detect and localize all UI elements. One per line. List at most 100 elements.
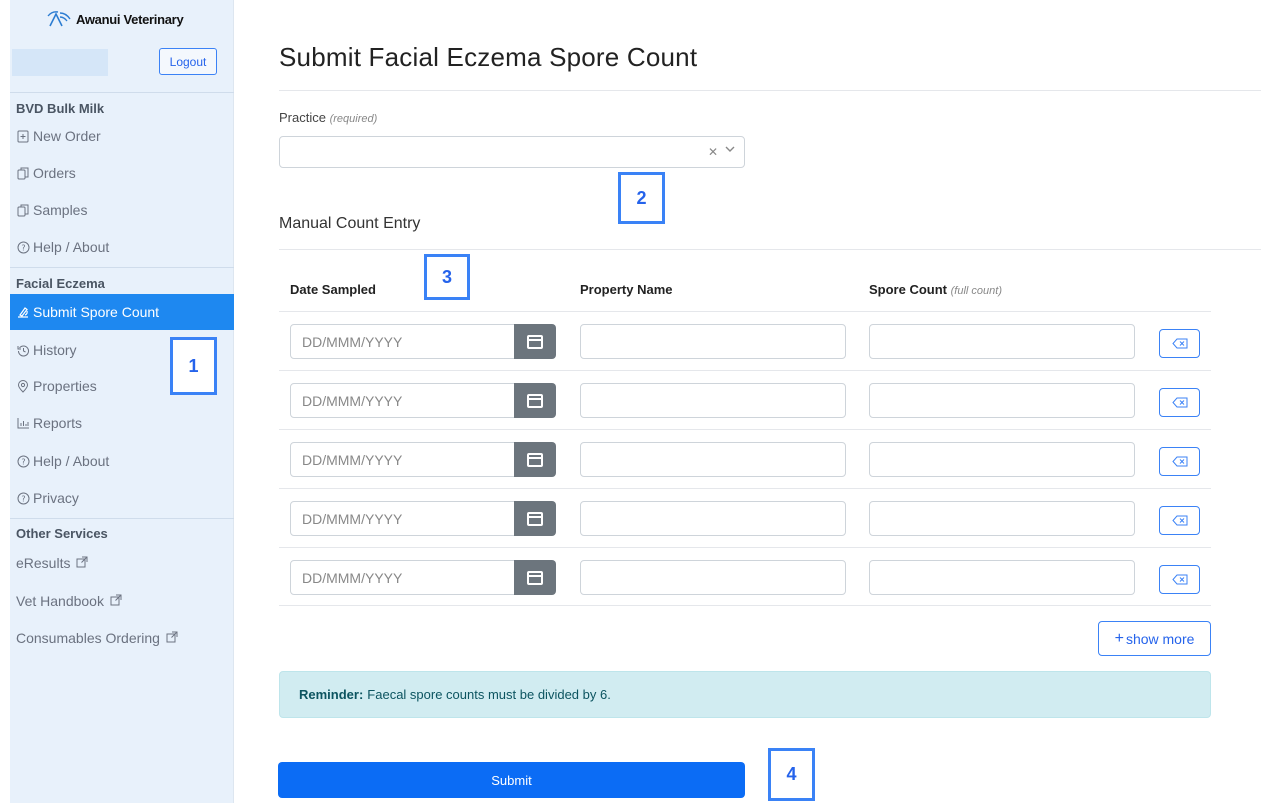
map-pin-icon [16, 379, 30, 393]
calendar-button[interactable] [514, 324, 556, 359]
calendar-button[interactable] [514, 501, 556, 536]
calendar-icon [527, 452, 543, 467]
clear-row-button[interactable] [1159, 329, 1200, 358]
svg-text:?: ? [21, 457, 25, 466]
date-sampled-input[interactable] [290, 383, 516, 418]
sidebar-item-submit-spore-count[interactable]: Submit Spore Count [10, 294, 234, 330]
property-name-input[interactable] [580, 560, 846, 595]
table-row [279, 488, 1211, 547]
header-spore-count: Spore Count (full count) [869, 282, 1002, 297]
calendar-button[interactable] [514, 383, 556, 418]
file-plus-icon [16, 129, 30, 143]
backspace-icon [1171, 515, 1187, 526]
backspace-icon [1171, 574, 1187, 585]
spore-count-input[interactable] [869, 324, 1135, 359]
sidebar-item-label: Consumables Ordering [16, 630, 160, 646]
microscope-icon [16, 305, 30, 319]
table-row [279, 311, 1211, 370]
property-name-input[interactable] [580, 501, 846, 536]
table-row [279, 547, 1211, 606]
backspace-icon [1171, 397, 1187, 408]
annotation-4: 4 [768, 748, 815, 801]
clear-row-button[interactable] [1159, 565, 1200, 594]
property-name-input[interactable] [580, 324, 846, 359]
section-head-bvd: BVD Bulk Milk [16, 101, 105, 116]
calendar-icon [527, 570, 543, 585]
clear-x-icon[interactable]: ✕ [708, 145, 718, 159]
property-name-input[interactable] [580, 383, 846, 418]
sidebar-item-label: Help / About [33, 239, 110, 255]
sidebar-item-samples[interactable]: Samples [10, 192, 234, 228]
calendar-icon [527, 334, 543, 349]
practice-label-text: Practice [279, 110, 326, 125]
question-circle-icon: ? [16, 491, 30, 505]
reminder-alert: Reminder: Faecal spore counts must be di… [279, 671, 1211, 718]
sidebar-item-new-order[interactable]: New Order [10, 118, 234, 154]
submit-button[interactable]: Submit [278, 762, 745, 798]
antenna-wave-icon [47, 11, 71, 27]
user-name-box [12, 49, 108, 76]
sidebar-item-help-bvd[interactable]: ? Help / About [10, 229, 234, 265]
clear-row-button[interactable] [1159, 388, 1200, 417]
sidebar-item-reports[interactable]: Reports [10, 405, 234, 441]
section-head-facial-eczema: Facial Eczema [16, 276, 105, 291]
svg-text:?: ? [21, 243, 25, 252]
question-circle-icon: ? [16, 240, 30, 254]
sidebar-item-label: eResults [16, 555, 71, 571]
sidebar-item-label: Properties [33, 378, 97, 394]
page-title: Submit Facial Eczema Spore Count [279, 42, 698, 72]
spore-count-input[interactable] [869, 442, 1135, 477]
date-sampled-input[interactable] [290, 501, 516, 536]
property-name-input[interactable] [580, 442, 846, 477]
sidebar-item-eresults[interactable]: eResults [10, 545, 234, 581]
external-link-icon [76, 556, 88, 571]
sidebar-item-label: New Order [33, 128, 101, 144]
brand-name: Awanui Veterinary [76, 11, 184, 27]
manual-count-entry-title: Manual Count Entry [279, 215, 421, 232]
question-circle-icon: ? [16, 454, 30, 468]
sidebar-divider [10, 518, 234, 519]
calendar-icon [527, 511, 543, 526]
date-sampled-input[interactable] [290, 560, 516, 595]
header-property-name: Property Name [580, 282, 673, 297]
backspace-icon [1171, 456, 1187, 467]
header-date-sampled: Date Sampled [290, 282, 376, 297]
bar-chart-icon [16, 416, 30, 430]
sidebar-item-help-fe[interactable]: ? Help / About [10, 443, 234, 479]
brand-logo[interactable]: Awanui Veterinary [46, 10, 184, 28]
sidebar-item-label: Privacy [33, 490, 79, 506]
sidebar-item-privacy[interactable]: ? Privacy [10, 480, 234, 516]
date-sampled-input[interactable] [290, 324, 516, 359]
sidebar-item-consumables-ordering[interactable]: Consumables Ordering [10, 620, 234, 656]
sidebar-item-orders[interactable]: Orders [10, 155, 234, 191]
sidebar-item-label: Samples [33, 202, 88, 218]
annotation-2: 2 [618, 172, 665, 224]
table-row [279, 370, 1211, 429]
chevron-down-icon[interactable] [724, 143, 736, 158]
clear-row-button[interactable] [1159, 447, 1200, 476]
header-spore-count-hint: (full count) [950, 285, 1002, 297]
reminder-text: Faecal spore counts must be divided by 6… [367, 687, 611, 702]
show-more-button[interactable]: + show more [1098, 621, 1211, 656]
section-head-other-services: Other Services [16, 526, 108, 541]
spore-count-input[interactable] [869, 560, 1135, 595]
practice-select[interactable]: ✕ [279, 136, 745, 168]
external-link-icon [166, 631, 178, 646]
practice-label: Practice (required) [279, 110, 377, 125]
header-spore-count-text: Spore Count [869, 282, 947, 297]
sidebar-item-label: Help / About [33, 453, 110, 469]
spore-count-input[interactable] [869, 501, 1135, 536]
section-divider [279, 249, 1261, 250]
external-link-icon [110, 594, 122, 609]
calendar-button[interactable] [514, 442, 556, 477]
spore-count-input[interactable] [869, 383, 1135, 418]
sidebar-item-label: Submit Spore Count [33, 304, 160, 320]
logout-button[interactable]: Logout [159, 48, 217, 75]
sidebar-item-vet-handbook[interactable]: Vet Handbook [10, 583, 234, 619]
sidebar-item-label: Reports [33, 415, 83, 431]
clear-row-button[interactable] [1159, 506, 1200, 535]
date-sampled-input[interactable] [290, 442, 516, 477]
sidebar-item-label: Vet Handbook [16, 593, 104, 609]
calendar-button[interactable] [514, 560, 556, 595]
sidebar-item-label: History [33, 342, 77, 358]
